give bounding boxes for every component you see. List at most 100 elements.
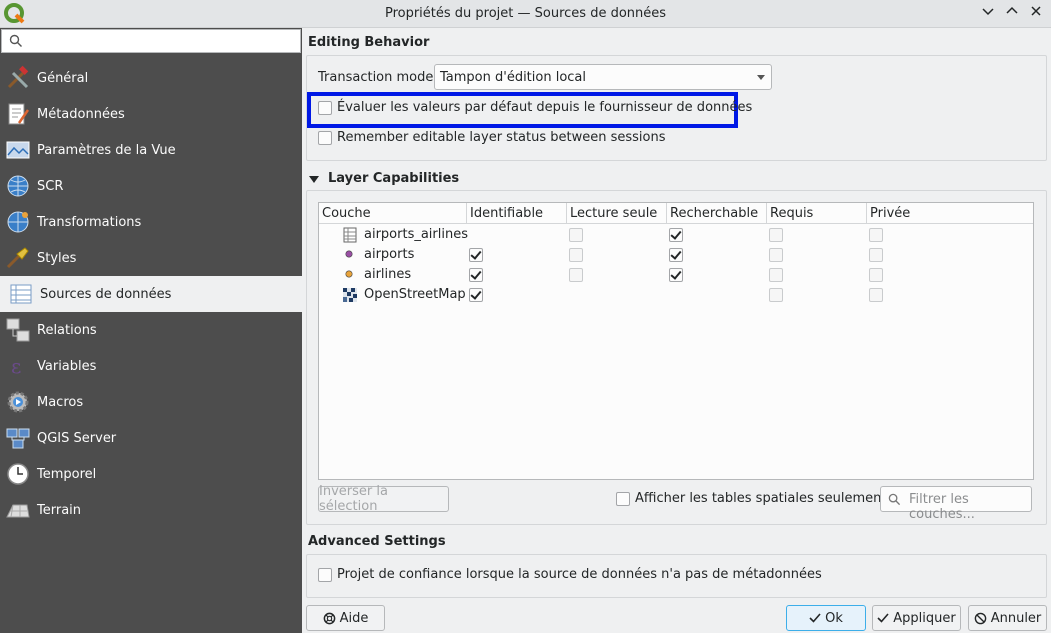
layer-name[interactable]: airports (364, 247, 414, 262)
close-icon (1031, 6, 1041, 16)
sidebar-item-label: Temporel (37, 466, 97, 482)
column-header-private[interactable]: Privée (867, 203, 1033, 224)
column-header-readonly[interactable]: Lecture seule (567, 203, 667, 224)
ok-button[interactable]: Ok (786, 605, 866, 631)
column-header-searchable[interactable]: Recherchable (667, 203, 767, 224)
invert-selection-button[interactable]: Inverser la sélection (318, 484, 449, 514)
advanced-settings-title: Advanced Settings (308, 534, 446, 549)
globe-transform-icon (4, 208, 32, 236)
column-header-identifiable[interactable]: Identifiable (467, 203, 567, 224)
sidebar-item-metadata[interactable]: Métadonnées (0, 96, 302, 132)
sidebar-item-temporal[interactable]: Temporel (0, 456, 302, 492)
editing-behavior-title: Editing Behavior (308, 35, 430, 50)
sidebar-item-crs[interactable]: SCR (0, 168, 302, 204)
window-title: Propriétés du projet — Sources de donnée… (384, 6, 667, 21)
cancel-label: Annuler (990, 610, 1042, 626)
layer-name[interactable]: airlines (364, 267, 411, 282)
sidebar-item-macros[interactable]: Macros (0, 384, 302, 420)
private-checkbox[interactable] (869, 228, 883, 242)
remember-editable-label: Remember editable layer status between s… (337, 130, 666, 145)
readonly-checkbox[interactable] (569, 268, 583, 282)
invert-selection-label: Inverser la sélection (319, 484, 388, 514)
table-list-icon (7, 280, 35, 308)
globe-icon (4, 172, 32, 200)
sidebar-item-label: Général (37, 70, 89, 86)
maximize-button[interactable] (1002, 4, 1022, 24)
spatial-only-checkbox[interactable] (616, 492, 630, 506)
dropdown-arrow-icon (757, 75, 765, 80)
apply-button[interactable]: Appliquer (872, 605, 961, 631)
identifiable-checkbox[interactable] (469, 288, 483, 302)
searchable-checkbox[interactable] (669, 268, 683, 282)
gear-play-icon (4, 388, 32, 416)
required-checkbox[interactable] (769, 268, 783, 282)
minimize-button[interactable] (978, 4, 998, 24)
sidebar-search-input[interactable] (1, 29, 301, 53)
help-button[interactable]: Aide (306, 605, 385, 631)
cancel-icon (974, 612, 987, 624)
sidebar-item-qgis-server[interactable]: QGIS Server (0, 420, 302, 456)
close-button[interactable] (1026, 4, 1046, 24)
required-checkbox[interactable] (769, 228, 783, 242)
sidebar-item-data-sources[interactable]: Sources de données (0, 276, 302, 312)
relations-icon (4, 316, 32, 344)
private-checkbox[interactable] (869, 268, 883, 282)
filter-layers-placeholder: Filtrer les couches... (909, 492, 975, 522)
server-icon (4, 424, 32, 452)
trust-project-checkbox[interactable] (318, 568, 332, 582)
collapse-arrow-icon[interactable] (309, 176, 319, 183)
help-label: Aide (339, 610, 369, 626)
column-header-required[interactable]: Requis (767, 203, 867, 224)
readonly-checkbox[interactable] (569, 228, 583, 242)
transaction-mode-label: Transaction mode (318, 70, 434, 85)
layer-name[interactable]: airports_airlines (364, 227, 468, 242)
sidebar-item-label: SCR (37, 178, 64, 194)
cancel-button[interactable]: Annuler (968, 605, 1047, 631)
epsilon-icon: ε (4, 352, 32, 380)
sidebar-item-label: Styles (37, 250, 77, 266)
lifebuoy-icon (323, 612, 335, 624)
svg-text:ε: ε (11, 354, 21, 378)
sidebar-item-view-settings[interactable]: Paramètres de la Vue (0, 132, 302, 168)
sidebar-item-label: Macros (37, 394, 84, 410)
main-panel: Editing Behavior Transaction mode Tampon… (302, 28, 1051, 633)
column-header-layer[interactable]: Couche (319, 203, 467, 224)
document-edit-icon (4, 100, 32, 128)
private-checkbox[interactable] (869, 288, 883, 302)
sidebar-item-label: Variables (37, 358, 97, 374)
layer-name[interactable]: OpenStreetMap (364, 287, 466, 302)
private-checkbox[interactable] (869, 248, 883, 262)
search-icon (9, 34, 22, 47)
evaluate-defaults-checkbox[interactable] (318, 101, 332, 115)
raster-tile-icon (343, 288, 357, 302)
trust-project-label: Projet de confiance lorsque la source de… (337, 567, 822, 582)
sidebar-item-styles[interactable]: Styles (0, 240, 302, 276)
paintbrush-icon (4, 244, 32, 272)
sidebar-item-variables[interactable]: ε Variables (0, 348, 302, 384)
searchable-checkbox[interactable] (669, 248, 683, 262)
transaction-mode-select[interactable]: Tampon d'édition local (434, 64, 772, 90)
purple-point-icon (345, 250, 353, 258)
identifiable-checkbox[interactable] (469, 248, 483, 262)
sidebar-item-label: QGIS Server (37, 430, 117, 446)
spatial-only-label: Afficher les tables spatiales seulement (635, 491, 887, 506)
sidebar-item-general[interactable]: Général (0, 60, 302, 96)
sidebar-item-transformations[interactable]: Transformations (0, 204, 302, 240)
chevron-down-icon (982, 8, 994, 16)
search-icon (888, 493, 901, 506)
sidebar-item-label: Paramètres de la Vue (37, 142, 176, 158)
required-checkbox[interactable] (769, 288, 783, 302)
readonly-checkbox[interactable] (569, 248, 583, 262)
filter-layers-input[interactable]: Filtrer les couches... (880, 486, 1032, 522)
ok-label: Ok (825, 610, 843, 626)
checkmark-icon (809, 613, 821, 623)
remember-editable-checkbox[interactable] (318, 131, 332, 145)
identifiable-checkbox[interactable] (469, 268, 483, 282)
clock-icon (4, 460, 32, 488)
checkmark-icon (877, 613, 889, 623)
sidebar-item-relations[interactable]: Relations (0, 312, 302, 348)
searchable-checkbox[interactable] (669, 228, 683, 242)
sidebar-item-terrain[interactable]: Terrain (0, 492, 302, 528)
required-checkbox[interactable] (769, 248, 783, 262)
sidebar-item-label: Transformations (37, 214, 142, 230)
